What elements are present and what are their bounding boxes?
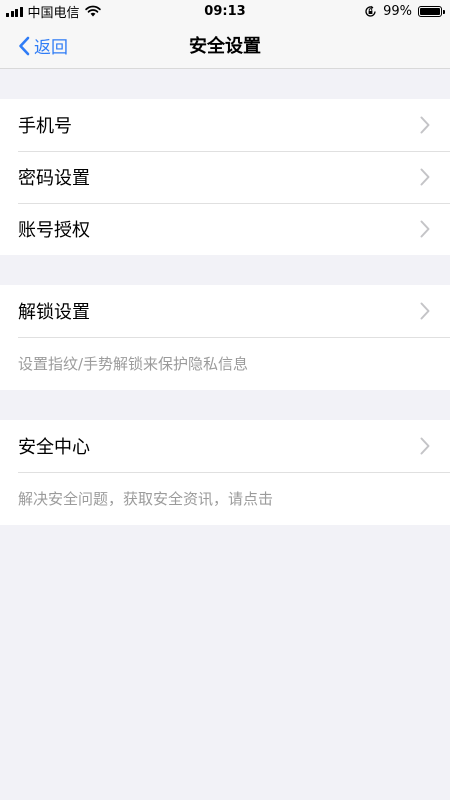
unlock-section: 解锁设置 设置指纹/手势解锁来保护隐私信息 bbox=[0, 285, 450, 390]
battery-icon bbox=[418, 5, 445, 17]
status-left: 中国电信 bbox=[6, 2, 101, 21]
unlock-settings-label: 解锁设置 bbox=[18, 302, 90, 323]
account-authorization-row[interactable]: 账号授权 bbox=[0, 203, 450, 255]
password-settings-label: 密码设置 bbox=[18, 168, 90, 189]
security-center-label: 安全中心 bbox=[18, 437, 90, 458]
chevron-right-icon bbox=[420, 302, 430, 320]
orientation-lock-icon bbox=[365, 5, 376, 17]
security-center-section: 安全中心 解决安全问题，获取安全资讯，请点击 bbox=[0, 420, 450, 525]
back-button[interactable]: 返回 bbox=[18, 22, 68, 69]
chevron-left-icon bbox=[19, 36, 30, 55]
status-right: 99% bbox=[364, 3, 445, 19]
status-bar: 中国电信 09:13 99% bbox=[0, 0, 450, 22]
chevron-right-icon bbox=[420, 168, 430, 186]
back-label: 返回 bbox=[34, 38, 68, 58]
phone-number-row[interactable]: 手机号 bbox=[0, 99, 450, 151]
phone-number-label: 手机号 bbox=[18, 116, 72, 137]
battery-fill bbox=[420, 7, 440, 15]
battery-percent: 99% bbox=[383, 3, 412, 19]
password-settings-row[interactable]: 密码设置 bbox=[0, 151, 450, 203]
carrier-name: 中国电信 bbox=[27, 5, 80, 21]
unlock-settings-row[interactable]: 解锁设置 bbox=[0, 285, 450, 337]
chevron-right-icon bbox=[420, 437, 430, 455]
chevron-right-icon bbox=[420, 220, 430, 238]
account-authorization-label: 账号授权 bbox=[18, 220, 90, 241]
page-title: 安全设置 bbox=[189, 36, 261, 57]
wifi-icon bbox=[84, 5, 101, 17]
signal-strength-icon bbox=[6, 6, 23, 17]
security-center-row[interactable]: 安全中心 bbox=[0, 420, 450, 472]
navigation-bar: 返回 安全设置 bbox=[0, 22, 450, 69]
account-section: 手机号 密码设置 账号授权 bbox=[0, 99, 450, 255]
security-center-hint: 解决安全问题，获取安全资讯，请点击 bbox=[0, 472, 450, 525]
unlock-settings-hint: 设置指纹/手势解锁来保护隐私信息 bbox=[0, 337, 450, 390]
chevron-right-icon bbox=[420, 116, 430, 134]
